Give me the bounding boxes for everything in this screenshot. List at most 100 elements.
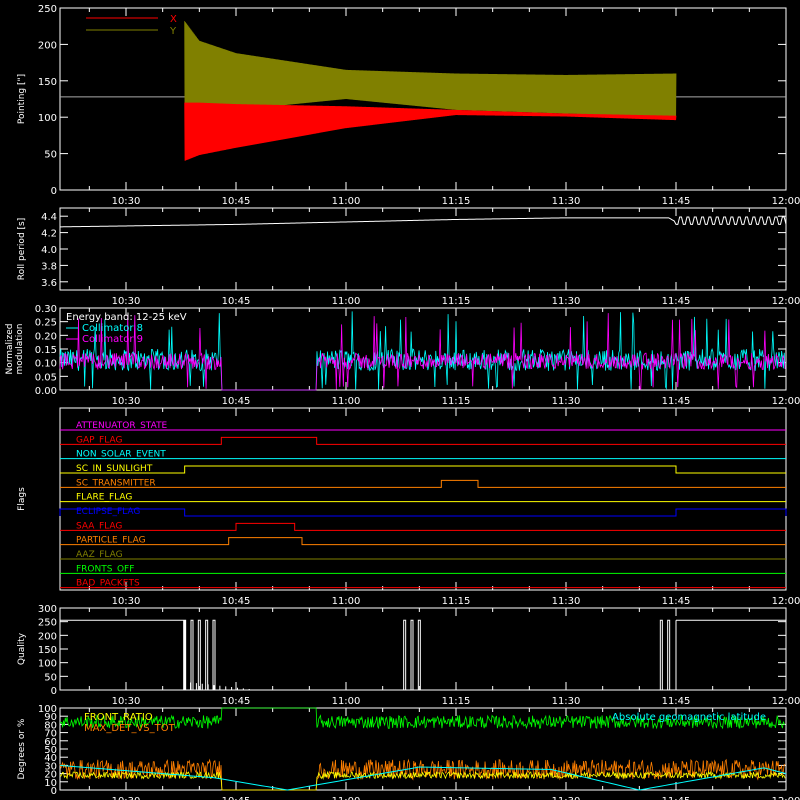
flag-label-sc-transmitter: SC_TRANSMITTER [76,478,156,488]
quality-y-tick-label: 300 [38,604,57,615]
ratios-x-tick-label: 11:00 [332,796,361,800]
flag-label-sc-in-sunlight: SC_IN_SUNLIGHT [76,464,153,474]
pointing-y-label: Pointing ["] [17,74,27,124]
roll-y-tick-label: 3.8 [41,261,57,272]
quality-x-tick-label: 11:45 [662,696,691,707]
quality-y-tick-label: 150 [38,645,57,656]
quality-x-tick-label: 12:00 [772,696,800,707]
flags-y-label: Flags [17,487,27,511]
pointing-x-tick-label: 10:45 [222,196,251,207]
quality-x-tick-label: 11:15 [442,696,471,707]
roll-y-label: Roll period [s] [17,218,27,280]
modulation-x-tick-label: 11:30 [552,396,581,407]
pointing-x-tick-label: 11:45 [662,196,691,207]
flags-x-ticks [88,408,787,590]
legend-label-x: X [170,14,177,25]
legend-label-absolute-geomagnetic-latitude: Absolute geomagnetic latitude [612,712,766,723]
flag-label-aaz-flag: AAZ_FLAG [76,550,123,560]
flag-line-particle-flag [60,537,786,546]
ratios-x-tick-label: 11:15 [442,796,471,800]
flag-label-particle-flag: PARTICLE_FLAG [76,536,146,546]
legend-label-front-ratio: FRONT_RATIO [84,712,153,723]
flag-line-gap-flag [60,436,786,445]
roll-x-tick-label: 11:15 [442,296,471,307]
quality-y-tick-label: 0 [51,686,57,697]
roll-x-tick-label: 12:00 [772,296,800,307]
roll-y-tick-label: 4.2 [41,229,57,240]
modulation-x-tick-label: 11:15 [442,396,471,407]
quality-x-tick-label: 11:30 [552,696,581,707]
modulation-x-tick-label: 10:45 [222,396,251,407]
quality-x-tick-label: 10:30 [112,696,141,707]
modulation-y-tick-label: 0.00 [35,386,57,397]
modulation-y-tick-label: 0.10 [35,359,57,370]
modulation-y-tick-label: 0.30 [35,304,57,315]
modulation-y-tick-label: 0.20 [35,331,57,342]
flag-line-sc-transmitter [60,479,786,488]
roll-x-tick-label: 11:00 [332,296,361,307]
series-quality [60,619,787,690]
flag-label-eclipse-flag: ECLIPSE_FLAG [76,507,140,517]
roll-x-tick-label: 11:45 [662,296,691,307]
flag-label-bad-packets: BAD_PACKETS [76,579,140,589]
legend-label-energy-band-12-25-kev: Energy band: 12-25 keV [66,312,187,323]
modulation-x-tick-label: 11:45 [662,396,691,407]
modulation-x-tick-label: 12:00 [772,396,800,407]
roll-y-tick-label: 3.6 [41,278,57,289]
pointing-y-tick-label: 250 [38,4,57,15]
flags-x-tick-label: 12:00 [772,596,800,607]
flags-frame [59,407,787,591]
panel-roll: 10:30 10:45 11:00 11:15 11:30 11:45 12:00 3.6 3.… [17,207,800,307]
ratios-y-tick-label: 100 [38,704,57,715]
roll-x-tick-label: 10:45 [222,296,251,307]
modulation-y-tick-label: 0.05 [35,372,57,383]
quality-y-label: Quality [17,632,27,665]
summary-plot-figure: 10:30 10:45 11:00 11:15 11:30 11:45 12:00 0 50 10… [5,4,800,800]
flag-label-flare-flag: FLARE_FLAG [76,493,132,503]
modulation-x-ticks [88,308,787,390]
quality-y-tick-label: 100 [38,659,57,670]
flag-label-gap-flag: GAP_FLAG [76,435,122,445]
flag-label-attenuator-state: ATTENUATOR_STATE [76,421,168,431]
flags-x-tick-label: 10:30 [112,596,141,607]
legend-label-collimator-8: Collimator 8 [82,323,143,334]
panel-ratios: 10:3010:4511:0011:1511:3011:4512:0001020… [17,704,800,800]
flag-line-sc-in-sunlight [60,465,786,474]
flag-label-saa-flag: SAA_FLAG [76,521,122,531]
flag-label-non-solar-event: NON_SOLAR_EVENT [76,450,166,460]
modulation-x-tick-label: 11:00 [332,396,361,407]
flag-label-fronts-off: FRONTS_OFF [76,564,134,574]
quality-y-tick-label: 200 [38,631,57,642]
legend-label-max-det-vs-tot: MAX_DET_VS_TOT [84,723,176,734]
pointing-y-tick-label: 50 [44,150,57,161]
roll-x-tick-label: 10:30 [112,296,141,307]
modulation-x-tick-label: 10:30 [112,396,141,407]
series-roll-period [59,216,787,228]
flags-x-tick-label: 11:45 [662,596,691,607]
flags-x-tick-label: 10:45 [222,596,251,607]
flag-line-eclipse-flag [59,508,787,517]
ratios-x-tick-label: 10:30 [112,796,141,800]
pointing-x-tick-label: 11:15 [442,196,471,207]
quality-x-tick-label: 11:00 [332,696,361,707]
flag-line-saa-flag [60,522,786,531]
legend-label-collimator-9: Collimator 9 [82,334,143,345]
modulation-y-tick-label: 0.25 [35,318,57,329]
quality-y-tick-label: 50 [44,672,57,683]
ratios-x-tick-label: 11:45 [662,796,691,800]
pointing-y-tick-label: 100 [38,113,57,124]
ratios-x-tick-label: 12:00 [772,796,800,800]
pointing-y-tick-label: 150 [38,77,57,88]
pointing-y-tick-label: 0 [51,186,57,197]
roll-y-tick-label: 4.0 [41,245,57,256]
flags-x-tick-label: 11:15 [442,596,471,607]
ratios-x-tick-label: 10:45 [222,796,251,800]
legend-label-y: Y [169,26,177,37]
roll-x-tick-label: 11:30 [552,296,581,307]
modulation-y-label: Normalizedmodulation [5,323,25,374]
panel-flags: 10:30 10:45 11:00 11:15 11:30 11:45 12:00 Flags… [17,407,800,607]
pointing-x-tick-label: 11:00 [332,196,361,207]
modulation-y-tick-label: 0.15 [35,345,57,356]
series-collimator-8 [59,311,786,391]
ratios-x-tick-label: 11:30 [552,796,581,800]
